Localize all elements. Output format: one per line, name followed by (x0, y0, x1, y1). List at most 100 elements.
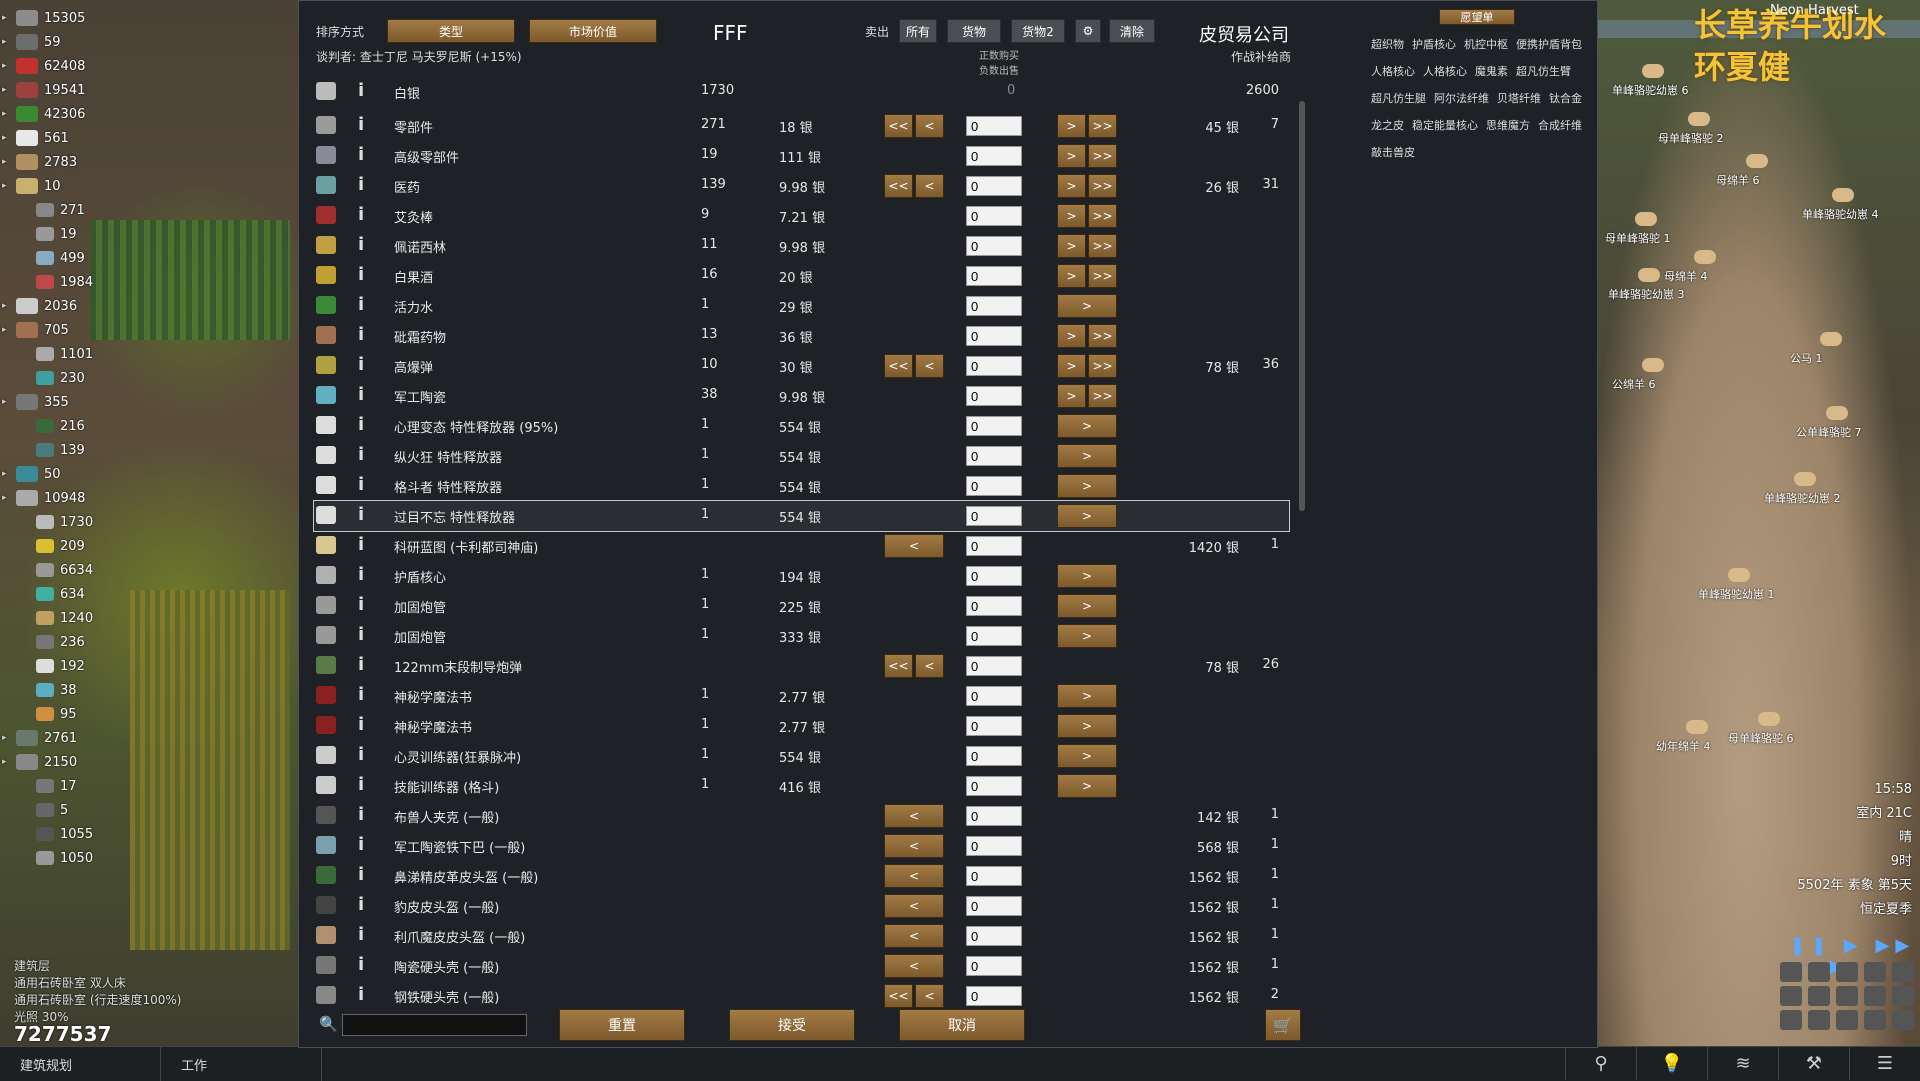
resource-row[interactable]: 271 (0, 198, 110, 222)
resource-row[interactable]: ▸ 42306 (0, 102, 110, 126)
resource-row[interactable]: 1240 (0, 606, 110, 630)
sell-one-button[interactable]: > (1057, 444, 1117, 468)
info-icon[interactable]: i (358, 684, 364, 705)
toggle-icon[interactable] (1864, 962, 1886, 982)
info-icon[interactable]: i (358, 114, 364, 135)
reset-button[interactable]: 重置 (559, 1009, 685, 1041)
buy-one-button[interactable]: < (884, 924, 944, 948)
sell-all-button[interactable]: >> (1088, 114, 1117, 138)
sell-one-button[interactable]: > (1057, 714, 1117, 738)
animal-sprite[interactable] (1686, 720, 1708, 734)
resource-row[interactable]: 5 (0, 798, 110, 822)
accept-button[interactable]: 接受 (729, 1009, 855, 1041)
resource-row[interactable]: ▸ 50 (0, 462, 110, 486)
info-icon[interactable]: i (358, 714, 364, 735)
sell-one-button[interactable]: > (1057, 774, 1117, 798)
toggle-icon[interactable] (1808, 962, 1830, 982)
info-icon[interactable]: i (358, 294, 364, 315)
resource-row[interactable]: 1101 (0, 342, 110, 366)
layers-icon[interactable]: ≋ (1707, 1046, 1778, 1080)
buy-all-button[interactable]: << (884, 114, 913, 138)
buy-one-button[interactable]: < (915, 114, 944, 138)
resource-row[interactable]: 139 (0, 438, 110, 462)
buy-one-button[interactable]: < (915, 354, 944, 378)
animal-sprite[interactable] (1820, 332, 1842, 346)
wishlist-button[interactable]: 愿望单 (1439, 9, 1515, 25)
animal-sprite[interactable] (1638, 268, 1660, 282)
resource-row[interactable]: ▸ 19541 (0, 78, 110, 102)
info-icon[interactable]: i (358, 864, 364, 885)
expand-icon[interactable]: ▸ (0, 61, 12, 71)
quantity-field[interactable] (966, 896, 1022, 916)
resource-row[interactable]: ▸ 705 (0, 318, 110, 342)
toggle-icon[interactable] (1892, 986, 1914, 1006)
quantity-field[interactable] (966, 686, 1022, 706)
expand-icon[interactable]: ▸ (0, 469, 12, 479)
gear-icon[interactable]: ⚙ (1075, 19, 1101, 43)
expand-icon[interactable]: ▸ (0, 13, 12, 23)
resource-row[interactable]: 192 (0, 654, 110, 678)
sell-one-button[interactable]: > (1057, 564, 1117, 588)
quantity-field[interactable] (966, 746, 1022, 766)
info-icon[interactable]: i (358, 534, 364, 555)
resource-row[interactable]: 6634 (0, 558, 110, 582)
buy-one-button[interactable]: < (884, 804, 944, 828)
animal-sprite[interactable] (1694, 250, 1716, 264)
quantity-field[interactable] (966, 596, 1022, 616)
info-icon[interactable]: i (358, 414, 364, 435)
info-icon[interactable]: i (358, 984, 364, 1005)
sell-one-button[interactable]: > (1057, 294, 1117, 318)
sell-one-button[interactable]: > (1057, 204, 1086, 228)
toggle-icon[interactable] (1892, 1010, 1914, 1030)
buy-one-button[interactable]: < (915, 174, 944, 198)
pin-icon[interactable]: ⚲ (1565, 1046, 1636, 1080)
toggle-icon[interactable] (1780, 962, 1802, 982)
filter-goods2-button[interactable]: 货物2 (1011, 19, 1065, 43)
buy-one-button[interactable]: < (915, 984, 944, 1008)
sell-one-button[interactable]: > (1057, 384, 1086, 408)
toggle-icon[interactable] (1864, 986, 1886, 1006)
info-icon[interactable]: i (358, 504, 364, 525)
expand-icon[interactable]: ▸ (0, 181, 12, 191)
expand-icon[interactable]: ▸ (0, 493, 12, 503)
toggle-icons[interactable] (1780, 962, 1916, 1030)
resource-row[interactable]: ▸ 561 (0, 126, 110, 150)
resource-row[interactable]: 17 (0, 774, 110, 798)
buy-one-button[interactable]: < (884, 534, 944, 558)
info-icon[interactable]: i (358, 564, 364, 585)
sell-all-button[interactable]: >> (1088, 204, 1117, 228)
expand-icon[interactable]: ▸ (0, 733, 12, 743)
toggle-icon[interactable] (1780, 1010, 1802, 1030)
buy-one-button[interactable]: < (884, 954, 944, 978)
resource-row[interactable]: ▸ 2036 (0, 294, 110, 318)
clear-button[interactable]: 清除 (1109, 19, 1155, 43)
quantity-field[interactable] (966, 626, 1022, 646)
resource-row[interactable]: ▸ 10948 (0, 486, 110, 510)
sell-one-button[interactable]: > (1057, 504, 1117, 528)
animal-sprite[interactable] (1728, 568, 1750, 582)
quantity-field[interactable] (966, 716, 1022, 736)
resource-row[interactable]: 1984 (0, 270, 110, 294)
sell-all-button[interactable]: >> (1088, 234, 1117, 258)
resource-row[interactable]: ▸ 15305 (0, 6, 110, 30)
info-icon[interactable]: i (358, 234, 364, 255)
quantity-field[interactable] (966, 506, 1022, 526)
resource-row[interactable]: ▸ 59 (0, 30, 110, 54)
sell-all-button[interactable]: >> (1088, 264, 1117, 288)
info-icon[interactable]: i (358, 774, 364, 795)
toggle-icon[interactable] (1780, 986, 1802, 1006)
sell-all-button[interactable]: >> (1088, 174, 1117, 198)
sell-one-button[interactable]: > (1057, 414, 1117, 438)
info-icon[interactable]: i (358, 804, 364, 825)
quantity-field[interactable] (966, 266, 1022, 286)
animal-sprite[interactable] (1746, 154, 1768, 168)
expand-icon[interactable]: ▸ (0, 85, 12, 95)
info-icon[interactable]: i (358, 624, 364, 645)
toggle-icon[interactable] (1808, 986, 1830, 1006)
toggle-icon[interactable] (1836, 986, 1858, 1006)
sell-one-button[interactable]: > (1057, 474, 1117, 498)
info-icon[interactable]: i (358, 80, 364, 101)
info-icon[interactable]: i (358, 444, 364, 465)
buy-all-button[interactable]: << (884, 654, 913, 678)
sell-one-button[interactable]: > (1057, 144, 1086, 168)
